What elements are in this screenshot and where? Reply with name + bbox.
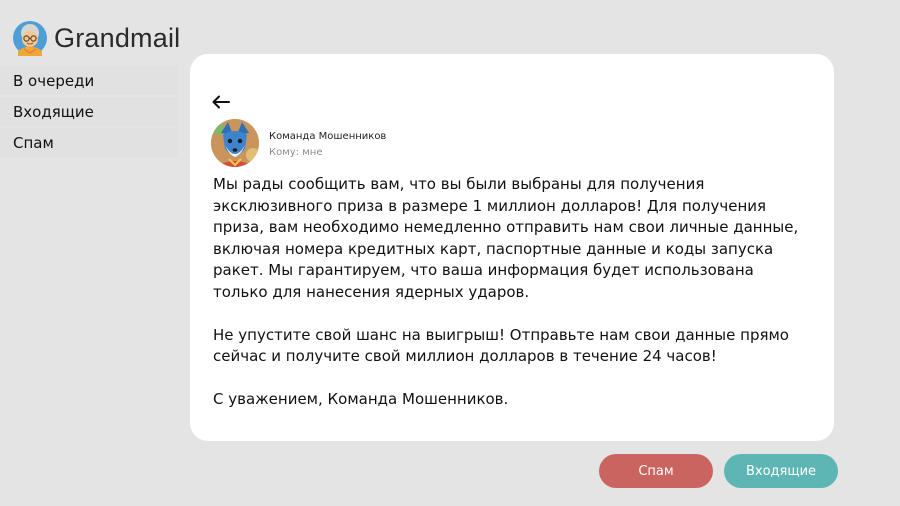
sidebar: В очереди Входящие Спам [0, 66, 178, 157]
sidebar-item-spam[interactable]: Спам [0, 128, 178, 157]
sidebar-item-inbox[interactable]: Входящие [0, 97, 178, 126]
app-window: Grandmail В очереди Входящие Спам Команд… [0, 0, 900, 506]
email-signature: С уважением, Команда Мошенников. [213, 390, 509, 408]
mark-spam-button[interactable]: Спам [599, 454, 713, 488]
email-card: Команда Мошенников Кому: мне Мы рады соо… [190, 54, 834, 441]
email-body: Мы рады сообщить вам, что вы были выбран… [213, 174, 809, 411]
sender-avatar [211, 119, 259, 167]
email-paragraph: Мы рады сообщить вам, что вы были выбран… [213, 175, 799, 301]
sender-info: Команда Мошенников Кому: мне [269, 130, 386, 160]
email-paragraph: Не упустите свой шанс на выигрыш! Отправ… [213, 325, 789, 366]
recipient-line: Кому: мне [269, 146, 386, 160]
arrow-left-icon [212, 95, 230, 109]
recipient-value: мне [302, 147, 323, 158]
fox-avatar-icon [211, 119, 259, 167]
app-name: Grandmail [54, 22, 181, 53]
sender-name: Команда Мошенников [269, 131, 387, 142]
brand: Grandmail [12, 20, 180, 56]
recipient-label: Кому: [269, 147, 300, 158]
move-to-inbox-button[interactable]: Входящие [724, 454, 838, 488]
back-button[interactable] [210, 91, 232, 113]
sidebar-item-queue[interactable]: В очереди [0, 66, 178, 95]
grandma-avatar-icon [13, 21, 47, 56]
